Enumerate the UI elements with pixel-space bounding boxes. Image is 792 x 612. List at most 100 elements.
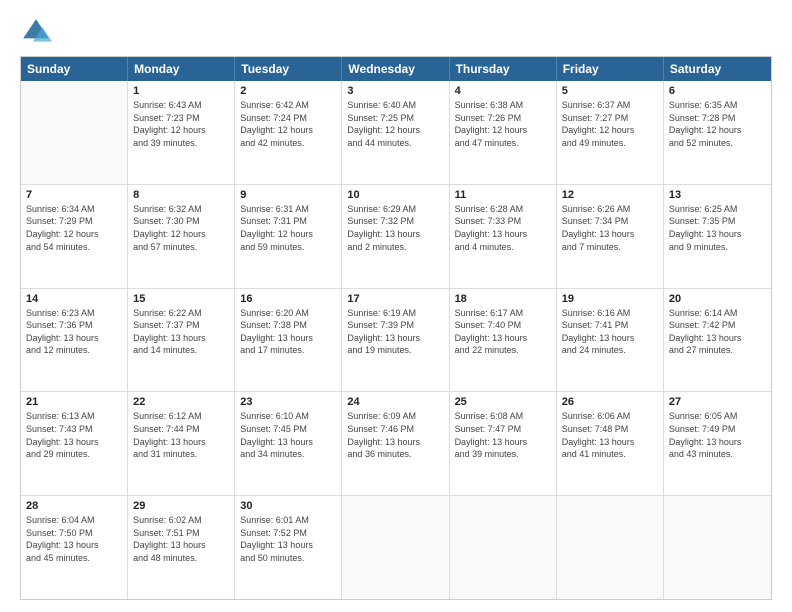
cell-line: Sunrise: 6:42 AM (240, 99, 336, 112)
calendar-cell (664, 496, 771, 599)
cell-line: Sunset: 7:33 PM (455, 215, 551, 228)
cell-line: Daylight: 13 hours (240, 332, 336, 345)
day-number: 28 (26, 500, 122, 512)
cell-line: Daylight: 12 hours (347, 124, 443, 137)
calendar-cell: 29Sunrise: 6:02 AMSunset: 7:51 PMDayligh… (128, 496, 235, 599)
cell-line: Sunrise: 6:02 AM (133, 514, 229, 527)
day-number: 5 (562, 85, 658, 97)
calendar-cell: 21Sunrise: 6:13 AMSunset: 7:43 PMDayligh… (21, 392, 128, 495)
cell-line: Sunset: 7:49 PM (669, 423, 766, 436)
cell-line: Sunrise: 6:26 AM (562, 203, 658, 216)
calendar-cell: 15Sunrise: 6:22 AMSunset: 7:37 PMDayligh… (128, 289, 235, 392)
calendar-row: 21Sunrise: 6:13 AMSunset: 7:43 PMDayligh… (21, 392, 771, 496)
cell-line: and 39 minutes. (133, 137, 229, 150)
cell-line: Daylight: 13 hours (562, 436, 658, 449)
cell-line: Sunset: 7:41 PM (562, 319, 658, 332)
cell-line: and 47 minutes. (455, 137, 551, 150)
cell-line: Daylight: 12 hours (133, 228, 229, 241)
calendar-cell: 4Sunrise: 6:38 AMSunset: 7:26 PMDaylight… (450, 81, 557, 184)
cell-line: Sunrise: 6:17 AM (455, 307, 551, 320)
calendar-cell: 28Sunrise: 6:04 AMSunset: 7:50 PMDayligh… (21, 496, 128, 599)
cell-line: and 24 minutes. (562, 344, 658, 357)
cell-line: Sunset: 7:45 PM (240, 423, 336, 436)
cell-line: and 9 minutes. (669, 241, 766, 254)
calendar-cell (557, 496, 664, 599)
cell-line: Daylight: 13 hours (26, 332, 122, 345)
calendar-cell: 23Sunrise: 6:10 AMSunset: 7:45 PMDayligh… (235, 392, 342, 495)
day-number: 24 (347, 396, 443, 408)
calendar-cell: 13Sunrise: 6:25 AMSunset: 7:35 PMDayligh… (664, 185, 771, 288)
calendar: SundayMondayTuesdayWednesdayThursdayFrid… (20, 56, 772, 600)
logo-icon (20, 16, 52, 48)
cell-line: Daylight: 12 hours (455, 124, 551, 137)
cell-line: Sunset: 7:37 PM (133, 319, 229, 332)
calendar-row: 28Sunrise: 6:04 AMSunset: 7:50 PMDayligh… (21, 496, 771, 599)
cell-line: Sunrise: 6:25 AM (669, 203, 766, 216)
cell-line: Daylight: 12 hours (240, 124, 336, 137)
day-number: 10 (347, 189, 443, 201)
cell-line: and 31 minutes. (133, 448, 229, 461)
cell-line: Sunrise: 6:29 AM (347, 203, 443, 216)
cell-line: Daylight: 13 hours (133, 436, 229, 449)
calendar-cell (342, 496, 449, 599)
logo (20, 16, 56, 48)
calendar-cell: 30Sunrise: 6:01 AMSunset: 7:52 PMDayligh… (235, 496, 342, 599)
day-number: 3 (347, 85, 443, 97)
header-day: Saturday (664, 57, 771, 81)
cell-line: Daylight: 13 hours (455, 436, 551, 449)
cell-line: Daylight: 13 hours (240, 539, 336, 552)
calendar-cell: 22Sunrise: 6:12 AMSunset: 7:44 PMDayligh… (128, 392, 235, 495)
cell-line: Sunrise: 6:40 AM (347, 99, 443, 112)
cell-line: and 41 minutes. (562, 448, 658, 461)
day-number: 8 (133, 189, 229, 201)
cell-line: Sunset: 7:23 PM (133, 112, 229, 125)
calendar-cell: 2Sunrise: 6:42 AMSunset: 7:24 PMDaylight… (235, 81, 342, 184)
day-number: 12 (562, 189, 658, 201)
cell-line: Sunset: 7:26 PM (455, 112, 551, 125)
cell-line: Sunset: 7:47 PM (455, 423, 551, 436)
cell-line: Daylight: 12 hours (26, 228, 122, 241)
day-number: 21 (26, 396, 122, 408)
cell-line: Sunrise: 6:04 AM (26, 514, 122, 527)
day-number: 1 (133, 85, 229, 97)
day-number: 22 (133, 396, 229, 408)
cell-line: and 19 minutes. (347, 344, 443, 357)
cell-line: Sunrise: 6:35 AM (669, 99, 766, 112)
cell-line: Sunset: 7:25 PM (347, 112, 443, 125)
cell-line: and 52 minutes. (669, 137, 766, 150)
cell-line: and 57 minutes. (133, 241, 229, 254)
page: SundayMondayTuesdayWednesdayThursdayFrid… (0, 0, 792, 612)
cell-line: Sunrise: 6:22 AM (133, 307, 229, 320)
calendar-cell: 17Sunrise: 6:19 AMSunset: 7:39 PMDayligh… (342, 289, 449, 392)
cell-line: Sunrise: 6:28 AM (455, 203, 551, 216)
cell-line: Daylight: 13 hours (26, 436, 122, 449)
cell-line: Sunset: 7:42 PM (669, 319, 766, 332)
calendar-cell: 27Sunrise: 6:05 AMSunset: 7:49 PMDayligh… (664, 392, 771, 495)
day-number: 30 (240, 500, 336, 512)
cell-line: and 44 minutes. (347, 137, 443, 150)
calendar-cell: 24Sunrise: 6:09 AMSunset: 7:46 PMDayligh… (342, 392, 449, 495)
day-number: 6 (669, 85, 766, 97)
cell-line: and 2 minutes. (347, 241, 443, 254)
cell-line: and 48 minutes. (133, 552, 229, 565)
cell-line: and 34 minutes. (240, 448, 336, 461)
cell-line: Daylight: 13 hours (347, 436, 443, 449)
cell-line: Sunset: 7:44 PM (133, 423, 229, 436)
calendar-cell: 19Sunrise: 6:16 AMSunset: 7:41 PMDayligh… (557, 289, 664, 392)
cell-line: Sunrise: 6:08 AM (455, 410, 551, 423)
cell-line: Sunrise: 6:10 AM (240, 410, 336, 423)
calendar-row: 7Sunrise: 6:34 AMSunset: 7:29 PMDaylight… (21, 185, 771, 289)
cell-line: Sunrise: 6:14 AM (669, 307, 766, 320)
day-number: 29 (133, 500, 229, 512)
day-number: 25 (455, 396, 551, 408)
calendar-cell: 10Sunrise: 6:29 AMSunset: 7:32 PMDayligh… (342, 185, 449, 288)
cell-line: and 14 minutes. (133, 344, 229, 357)
cell-line: and 54 minutes. (26, 241, 122, 254)
calendar-cell: 16Sunrise: 6:20 AMSunset: 7:38 PMDayligh… (235, 289, 342, 392)
cell-line: Daylight: 13 hours (562, 228, 658, 241)
cell-line: Sunset: 7:43 PM (26, 423, 122, 436)
calendar-cell (21, 81, 128, 184)
header (20, 16, 772, 48)
cell-line: Sunset: 7:29 PM (26, 215, 122, 228)
day-number: 16 (240, 293, 336, 305)
